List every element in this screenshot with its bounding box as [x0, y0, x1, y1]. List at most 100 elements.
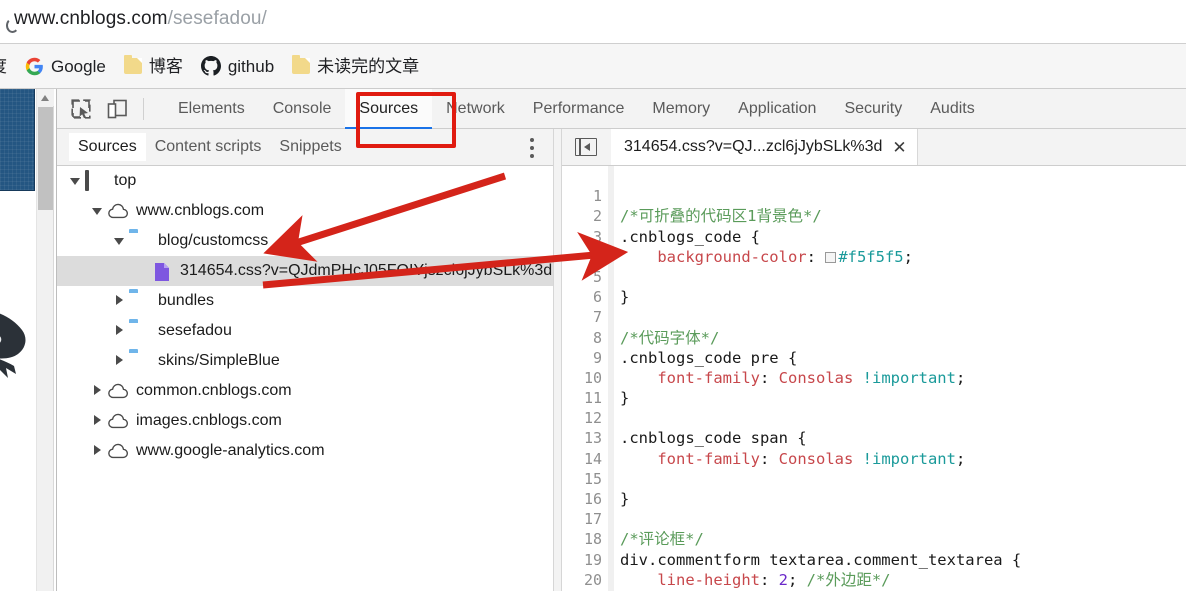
- editor-open-tab[interactable]: 314654.css?v=QJ...zcl6jJybSLk%3d ✕: [611, 129, 918, 165]
- bookmark-label: 博客: [148, 56, 183, 76]
- scrollbar-thumb[interactable]: [38, 107, 53, 210]
- inspect-element-icon[interactable]: [69, 97, 93, 121]
- code-line: 19 line-height: 2; /*外边距*/: [562, 529, 1186, 589]
- code-line: 16: [562, 469, 1186, 508]
- tree-item-label: skins/SimpleBlue: [158, 352, 280, 369]
- chevron-down-icon[interactable]: [91, 204, 105, 218]
- tree-item-label: www.cnblogs.com: [136, 202, 265, 219]
- bookmark-item-unread-articles[interactable]: 未读完的文章: [283, 51, 428, 81]
- cloud-icon: [107, 382, 129, 400]
- chevron-right-icon[interactable]: [113, 324, 127, 338]
- folder-icon: [129, 292, 151, 310]
- tab-security[interactable]: Security: [830, 89, 916, 129]
- devtools-tabbar: Elements Console Sources Network Perform…: [57, 88, 1186, 129]
- code-content[interactable]: 1 /*可折叠的代码区1背景色*/ 2 .cnblogs_code { 3 ba…: [562, 166, 1186, 591]
- code-line: 10 }: [562, 348, 1186, 407]
- tree-item-bundles[interactable]: bundles: [57, 286, 553, 316]
- scrollbar-up-arrow-icon[interactable]: [37, 89, 54, 106]
- code-line: 14: [562, 428, 1186, 468]
- code-line: 2 .cnblogs_code {: [562, 186, 1186, 245]
- tree-item-images-cnblogs-com[interactable]: images.cnblogs.com: [57, 406, 553, 436]
- tree-item-label: top: [114, 172, 137, 189]
- line-text-styled: line-height: 2; /*外边距*/: [620, 570, 891, 589]
- code-line: 9 font-family: Consolas !important;: [562, 328, 1186, 387]
- page-scrollbar[interactable]: [36, 89, 54, 591]
- chevron-right-icon[interactable]: [113, 294, 127, 308]
- code-line: 6: [562, 267, 1186, 306]
- tree-item-label: www.google-analytics.com: [136, 442, 325, 459]
- tab-memory[interactable]: Memory: [638, 89, 724, 129]
- github-icon: [200, 56, 221, 76]
- tab-elements[interactable]: Elements: [164, 89, 259, 129]
- cloud-icon: [107, 202, 129, 220]
- code-line: 1 /*可折叠的代码区1背景色*/: [562, 166, 1186, 225]
- omnibox-bar[interactable]: www.cnblogs.com/sesefadou/: [0, 0, 1186, 44]
- folder-icon: [123, 55, 142, 74]
- code-editor[interactable]: 1 /*可折叠的代码区1背景色*/ 2 .cnblogs_code { 3 ba…: [562, 166, 1186, 591]
- chevron-right-icon[interactable]: [91, 384, 105, 398]
- cloud-icon: [107, 412, 129, 430]
- code-line: 4: [562, 227, 1186, 266]
- tree-item-blog-customcss[interactable]: blog/customcss: [57, 226, 553, 256]
- tab-console[interactable]: Console: [259, 89, 346, 129]
- folder-icon: [129, 352, 151, 370]
- chevron-down-icon[interactable]: [69, 174, 83, 188]
- bookmark-item-github[interactable]: github: [192, 51, 283, 81]
- subtab-snippets[interactable]: Snippets: [270, 133, 350, 161]
- omnibox-url[interactable]: www.cnblogs.com/sesefadou/: [6, 8, 267, 33]
- pane-splitter[interactable]: [553, 129, 562, 591]
- chevron-right-icon[interactable]: [91, 444, 105, 458]
- tree-item-skins-simpleblue[interactable]: skins/SimpleBlue: [57, 346, 553, 376]
- bookmark-label: Google: [51, 56, 106, 76]
- tree-item-label: images.cnblogs.com: [136, 412, 282, 429]
- tree-item-top[interactable]: top: [57, 166, 553, 196]
- page-banner-block: [0, 89, 35, 191]
- file-tree: top www.cnblogs.com blog/customcss 31465…: [57, 166, 553, 466]
- folder-icon: [129, 322, 151, 340]
- bookmark-item-google[interactable]: Google: [16, 51, 115, 81]
- code-line: 20 color: #0d07effa;: [562, 550, 1186, 591]
- line-number: 20: [583, 570, 602, 589]
- tree-item-label: blog/customcss: [158, 232, 269, 249]
- code-line: 5 }: [562, 247, 1186, 306]
- subtab-content-scripts[interactable]: Content scripts: [146, 133, 271, 161]
- device-toolbar-icon[interactable]: [105, 97, 129, 121]
- tab-audits[interactable]: Audits: [916, 89, 988, 129]
- tree-item-www-cnblogs-com[interactable]: www.cnblogs.com: [57, 196, 553, 226]
- tree-item-common-cnblogs-com[interactable]: common.cnblogs.com: [57, 376, 553, 406]
- code-line: 11: [562, 368, 1186, 407]
- close-icon[interactable]: ✕: [892, 139, 906, 156]
- sources-navigator-pane: top www.cnblogs.com blog/customcss 31465…: [57, 166, 553, 591]
- code-line: 17 /*评论框*/: [562, 489, 1186, 548]
- screenshot-root: www.cnblogs.com/sesefadou/ 度 Google 博客: [0, 0, 1186, 591]
- omnibox-path: /sesefadou/: [167, 8, 267, 29]
- chevron-down-icon[interactable]: [113, 234, 127, 248]
- tree-item-www-google-analytics-com[interactable]: www.google-analytics.com: [57, 436, 553, 466]
- folder-icon: [292, 55, 311, 74]
- tree-item-sesefadou[interactable]: sesefadou: [57, 316, 553, 346]
- kebab-menu-icon[interactable]: [530, 138, 535, 159]
- tab-application[interactable]: Application: [724, 89, 830, 129]
- bookmark-item-baidu[interactable]: 度: [0, 51, 16, 81]
- bookmark-item-blog[interactable]: 博客: [115, 51, 192, 81]
- google-icon: [25, 57, 44, 76]
- bookmark-label: github: [227, 56, 275, 76]
- collapse-sidebar-icon[interactable]: [575, 138, 597, 156]
- frame-icon: [85, 170, 107, 191]
- devtools-panel: Elements Console Sources Network Perform…: [56, 88, 1186, 591]
- code-line: 8 .cnblogs_code pre {: [562, 307, 1186, 367]
- code-line: 15 }: [562, 449, 1186, 508]
- cloud-icon: [107, 442, 129, 460]
- cat-illustration: [0, 304, 34, 394]
- chevron-right-icon[interactable]: [113, 354, 127, 368]
- tab-performance[interactable]: Performance: [519, 89, 639, 129]
- tree-item-label: 314654.css?v=QJdmPHcJ05FOIYjszcl6jJybSLk…: [180, 262, 553, 279]
- tree-item-label: sesefadou: [158, 322, 232, 339]
- toolbar-divider: [143, 97, 144, 120]
- tree-item-css-file[interactable]: 314654.css?v=QJdmPHcJ05FOIYjszcl6jJybSLk…: [57, 256, 553, 286]
- code-line: 7 /*代码字体*/: [562, 287, 1186, 346]
- chevron-right-icon[interactable]: [91, 414, 105, 428]
- lock-icon: [6, 18, 19, 33]
- subtab-sources[interactable]: Sources: [69, 133, 146, 161]
